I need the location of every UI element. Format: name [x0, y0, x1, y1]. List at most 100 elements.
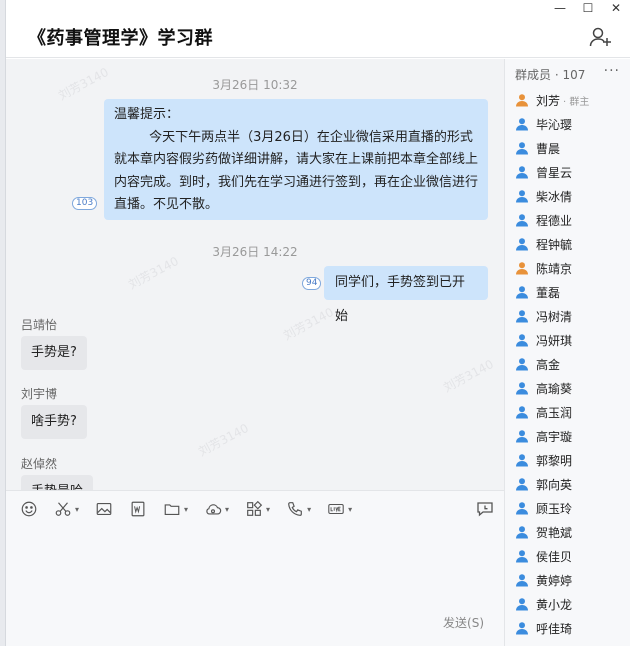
user-avatar-icon: [516, 118, 528, 131]
close-button[interactable]: ✕: [602, 0, 630, 16]
message-bubble[interactable]: 手势是哈: [21, 475, 94, 490]
member-item[interactable]: 郭黎明: [515, 448, 625, 472]
member-name: 程钟毓: [536, 237, 573, 252]
sender-name[interactable]: 赵倬然: [21, 455, 57, 472]
member-name: 黄小龙: [536, 597, 573, 612]
sender-name[interactable]: 刘宇博: [21, 385, 57, 402]
user-avatar-icon: [516, 358, 528, 371]
user-avatar-icon: [516, 622, 528, 635]
member-name: 郭黎明: [536, 453, 573, 468]
apps-button[interactable]: ▾: [245, 500, 270, 518]
user-avatar-icon: [516, 142, 528, 155]
user-avatar-icon: [516, 526, 528, 539]
member-count: 群成员 · 107: [515, 68, 586, 82]
member-name: 毕沁璎: [536, 117, 573, 132]
member-item[interactable]: 程德业: [515, 208, 625, 232]
member-item[interactable]: 毕沁璎: [515, 112, 625, 136]
member-item[interactable]: 侯佳贝: [515, 544, 625, 568]
file-button[interactable]: ▾: [163, 500, 188, 518]
screenshot-button[interactable]: ▾: [54, 500, 79, 518]
member-name: 冯妍琪: [536, 333, 573, 348]
member-name: 程德业: [536, 213, 573, 228]
user-avatar-icon: [516, 166, 528, 179]
message-list[interactable]: 刘芳3140 刘芳3140 刘芳3140 刘芳3140 刘芳3140 3月26日…: [6, 59, 504, 490]
user-avatar-icon: [516, 94, 528, 107]
user-avatar-icon: [516, 598, 528, 611]
watermark: 刘芳3140: [281, 304, 336, 343]
user-avatar-icon: [516, 382, 528, 395]
member-name: 高瑜葵: [536, 381, 573, 396]
apps-grid-icon: [247, 500, 263, 516]
member-item[interactable]: 郭向英: [515, 472, 625, 496]
window-controls: — ☐ ✕: [546, 0, 630, 16]
cloud-doc-button[interactable]: ▾: [204, 500, 229, 518]
user-avatar-icon: [516, 214, 528, 227]
member-item[interactable]: 高瑜葵: [515, 376, 625, 400]
member-name: 董磊: [536, 285, 561, 300]
live-stream-button[interactable]: ▾: [327, 500, 352, 518]
chat-history-icon[interactable]: [476, 501, 494, 517]
member-item[interactable]: 顾玉玲: [515, 496, 625, 520]
call-button[interactable]: ▾: [286, 500, 311, 518]
member-name: 刘芳: [536, 93, 561, 108]
emoji-button[interactable]: [20, 500, 38, 518]
send-button[interactable]: 发送(S): [443, 614, 484, 631]
cloud-icon: [206, 504, 222, 515]
member-item[interactable]: 高宇璇: [515, 424, 625, 448]
group-title: 《药事管理学》学习群: [28, 28, 213, 49]
member-item[interactable]: 冯树清: [515, 304, 625, 328]
sender-name[interactable]: 吕靖怡: [21, 316, 57, 333]
user-avatar-icon: [516, 574, 528, 587]
add-member-icon[interactable]: [588, 25, 612, 49]
member-item[interactable]: 黄婷婷: [515, 568, 625, 592]
member-name: 柴冰倩: [536, 189, 573, 204]
user-avatar-icon: [516, 430, 528, 443]
member-item[interactable]: 贺艳斌: [515, 520, 625, 544]
maximize-button[interactable]: ☐: [574, 0, 602, 16]
member-panel: 群成员 · 107 ··· 刘芳 · 群主毕沁璎曹晨曾星云柴冰倩程德业程钟毓陈靖京…: [504, 59, 630, 646]
timestamp: 3月26日 10:32: [212, 78, 298, 92]
member-item[interactable]: 程钟毓: [515, 232, 625, 256]
document-button[interactable]: [129, 500, 147, 518]
user-avatar-icon: [516, 550, 528, 563]
member-item[interactable]: 董磊: [515, 280, 625, 304]
watermark: 刘芳3140: [196, 420, 251, 459]
read-count-badge[interactable]: 103: [72, 197, 98, 210]
image-icon: [96, 503, 112, 515]
user-avatar-icon: [516, 190, 528, 203]
member-name: 高玉润: [536, 405, 573, 420]
member-name: 郭向英: [536, 477, 573, 492]
chevron-down-icon: ▾: [307, 504, 312, 514]
member-item[interactable]: 曹晨: [515, 136, 625, 160]
member-item[interactable]: 柴冰倩: [515, 184, 625, 208]
more-options-icon[interactable]: ···: [604, 63, 620, 79]
member-name: 曾星云: [536, 165, 573, 180]
message-text: 温馨提示：: [114, 107, 180, 122]
message-bubble[interactable]: 同学们，手势签到已开始: [324, 266, 488, 324]
member-name: 顾玉玲: [536, 501, 573, 516]
message-bubble[interactable]: 啥手势?: [21, 405, 87, 439]
user-avatar-icon: [516, 334, 528, 347]
image-button[interactable]: [95, 500, 113, 518]
user-avatar-icon: [516, 478, 528, 491]
chevron-down-icon: ▾: [266, 504, 271, 514]
member-item[interactable]: 高玉润: [515, 400, 625, 424]
member-name: 陈靖京: [536, 261, 573, 276]
chevron-down-icon: ▾: [184, 504, 189, 514]
read-count-badge[interactable]: 94: [302, 277, 322, 290]
message-bubble[interactable]: 手势是?: [21, 336, 87, 370]
member-name: 高金: [536, 357, 561, 372]
member-item[interactable]: 陈靖京: [515, 256, 625, 280]
chevron-down-icon: ▾: [348, 504, 353, 514]
member-item[interactable]: 曾星云: [515, 160, 625, 184]
member-name: 呼佳琦: [536, 621, 573, 636]
member-item[interactable]: 冯妍琪: [515, 328, 625, 352]
member-item[interactable]: 高金: [515, 352, 625, 376]
word-document-icon: [131, 501, 145, 517]
minimize-button[interactable]: —: [546, 0, 574, 16]
member-item[interactable]: 黄小龙: [515, 592, 625, 616]
message-bubble-notice[interactable]: 温馨提示： 今天下午两点半（3月26日）在企业微信采用直播的形式就本章内容假劣药…: [104, 99, 488, 220]
member-item[interactable]: 刘芳 · 群主: [515, 88, 625, 112]
member-item[interactable]: 呼佳琦: [515, 616, 625, 640]
member-name: 冯树清: [536, 309, 573, 324]
